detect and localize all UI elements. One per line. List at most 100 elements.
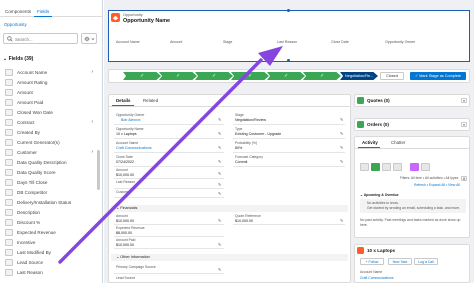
chevron-down-icon[interactable]: ▾ [461, 98, 467, 103]
field-type-icon [5, 219, 13, 226]
pencil-icon[interactable]: ✎ [340, 218, 343, 223]
pencil-icon[interactable]: ✎ [218, 171, 221, 176]
field-value: 80% [235, 146, 243, 150]
pencil-icon[interactable]: ✎ [340, 117, 343, 122]
pencil-icon[interactable]: ✎ [218, 145, 221, 150]
field-item[interactable]: Days Till Close [5, 178, 93, 187]
field-item[interactable]: Lead Source [5, 258, 93, 267]
field-value: 10 x Laptops [116, 132, 137, 136]
pencil-icon[interactable]: ✎ [218, 117, 221, 122]
pencil-icon[interactable]: ✎ [218, 218, 221, 223]
tab-divider [355, 148, 469, 149]
path-stage-completed[interactable]: ✓ [303, 72, 341, 80]
fields-section-header[interactable]: ⌄ Fields (39) [3, 56, 33, 62]
field-label: Last Reason [17, 270, 43, 275]
field-item[interactable]: Incentive [5, 238, 93, 247]
field-type-icon [5, 259, 13, 266]
pencil-icon[interactable]: ✎ [340, 131, 343, 136]
tab-components[interactable]: Components [2, 6, 34, 17]
path-stage-completed[interactable]: ✓ [231, 72, 269, 80]
account-link[interactable]: Craft Communications [360, 276, 394, 280]
pencil-icon[interactable]: ✎ [340, 159, 343, 164]
field-item[interactable]: Current Generator(s) [5, 138, 93, 147]
field-item[interactable]: Data Quality Description [5, 158, 93, 167]
field-type-icon [5, 169, 13, 176]
pencil-icon[interactable]: ✎ [218, 159, 221, 164]
field-divider [114, 248, 224, 249]
field-item[interactable]: Amount Paid [5, 98, 93, 107]
field-item[interactable]: Customer › [5, 148, 93, 157]
tab-fields[interactable]: Fields [34, 6, 53, 17]
quotes-title[interactable]: Quotes (0) [367, 98, 390, 103]
path-stage-completed[interactable]: ✓ [267, 72, 305, 80]
field-label: Account Name [116, 141, 139, 145]
settings-dropdown-button[interactable] [81, 33, 97, 44]
pencil-icon[interactable]: ✎ [218, 191, 221, 196]
drag-handle[interactable] [287, 59, 290, 62]
pencil-icon[interactable]: ✎ [218, 242, 221, 247]
activity-links[interactable]: Refresh • Expand All • View All [414, 183, 460, 187]
tab-details[interactable]: Details [116, 98, 130, 103]
field-divider [233, 224, 345, 225]
field-item[interactable]: Last Reason [5, 268, 93, 277]
field-item[interactable]: Description [5, 208, 93, 217]
path-stage-completed[interactable]: ✓ [195, 72, 233, 80]
mark-stage-complete-button[interactable]: ✓ Mark Stage as Complete [410, 72, 466, 80]
sidebar-scrollbar[interactable] [97, 150, 100, 190]
financials-section-header[interactable]: ⌄ Financials [111, 205, 348, 212]
field-item[interactable]: Closed Won Date [5, 108, 93, 117]
field-item[interactable]: Discount % [5, 218, 93, 227]
field-label: Amount [116, 168, 128, 172]
field-item[interactable]: Amount [5, 88, 93, 97]
pencil-icon[interactable]: ✎ [218, 131, 221, 136]
pencil-icon[interactable]: ✎ [218, 182, 221, 187]
pencil-icon[interactable]: ✎ [340, 145, 343, 150]
account-link[interactable]: Craft Communications [116, 146, 152, 150]
field-item[interactable]: Expected Revenue [5, 228, 93, 237]
field-item[interactable]: Delivery/Installation Status [5, 198, 93, 207]
path-stage-current[interactable]: Negotiation/Re... [340, 72, 378, 80]
field-label: Data Quality Description [17, 160, 67, 165]
more-actions-button[interactable] [421, 163, 430, 171]
tab-chatter[interactable]: Chatter [391, 140, 405, 145]
field-divider [114, 178, 224, 179]
field-type-icon [5, 229, 13, 236]
search-icon [7, 36, 13, 42]
tab-related[interactable]: Related [143, 98, 158, 103]
field-divider [114, 236, 224, 237]
other-info-section-header[interactable]: ⌄ Other Information [111, 254, 348, 261]
settings-icon[interactable]: ⚙ [461, 176, 467, 181]
pencil-icon[interactable]: ✎ [218, 267, 221, 272]
email-button[interactable] [393, 163, 402, 171]
field-label: Forecast Category [235, 155, 263, 159]
log-call-button[interactable] [382, 163, 391, 171]
orders-title[interactable]: Orders (0) [367, 122, 389, 127]
path-stage-completed[interactable]: ✓ [123, 72, 161, 80]
log-call-button[interactable]: Log a Call [414, 258, 438, 265]
send-email-button[interactable] [410, 163, 419, 171]
field-item[interactable]: Data Quality Score [5, 168, 93, 177]
breadcrumb[interactable]: Opportunity [4, 22, 27, 27]
drag-handle[interactable] [287, 9, 290, 12]
field-item[interactable]: Amount Rating [5, 78, 93, 87]
new-task-button[interactable] [371, 163, 380, 171]
field-item[interactable]: Created By [5, 128, 93, 137]
field-divider [114, 138, 224, 139]
field-item[interactable]: Last Modified By [5, 248, 93, 257]
path-stage-closed[interactable]: Closed [380, 72, 404, 80]
chevron-down-icon[interactable]: ▾ [461, 122, 467, 127]
path-stage-completed[interactable]: ✓ [159, 72, 197, 80]
field-label: Incentive [17, 240, 36, 245]
upcoming-overdue-header[interactable]: ⌄ Upcoming & Overdue [360, 193, 398, 197]
field-item[interactable]: DB Competitor [5, 188, 93, 197]
new-task-button[interactable]: New Task [388, 258, 412, 265]
follow-button[interactable]: + Follow [360, 258, 384, 265]
highlight-field-label: Amount [170, 40, 183, 44]
tab-activity[interactable]: Activity [362, 140, 378, 145]
search-input[interactable]: Search... [3, 33, 78, 44]
field-item[interactable]: Account Name › [5, 68, 93, 77]
field-label: Description [17, 210, 40, 215]
new-event-button[interactable] [360, 163, 369, 171]
owner-link[interactable]: Bob Alexxxx [121, 118, 141, 122]
field-item[interactable]: Contract › [5, 118, 93, 127]
